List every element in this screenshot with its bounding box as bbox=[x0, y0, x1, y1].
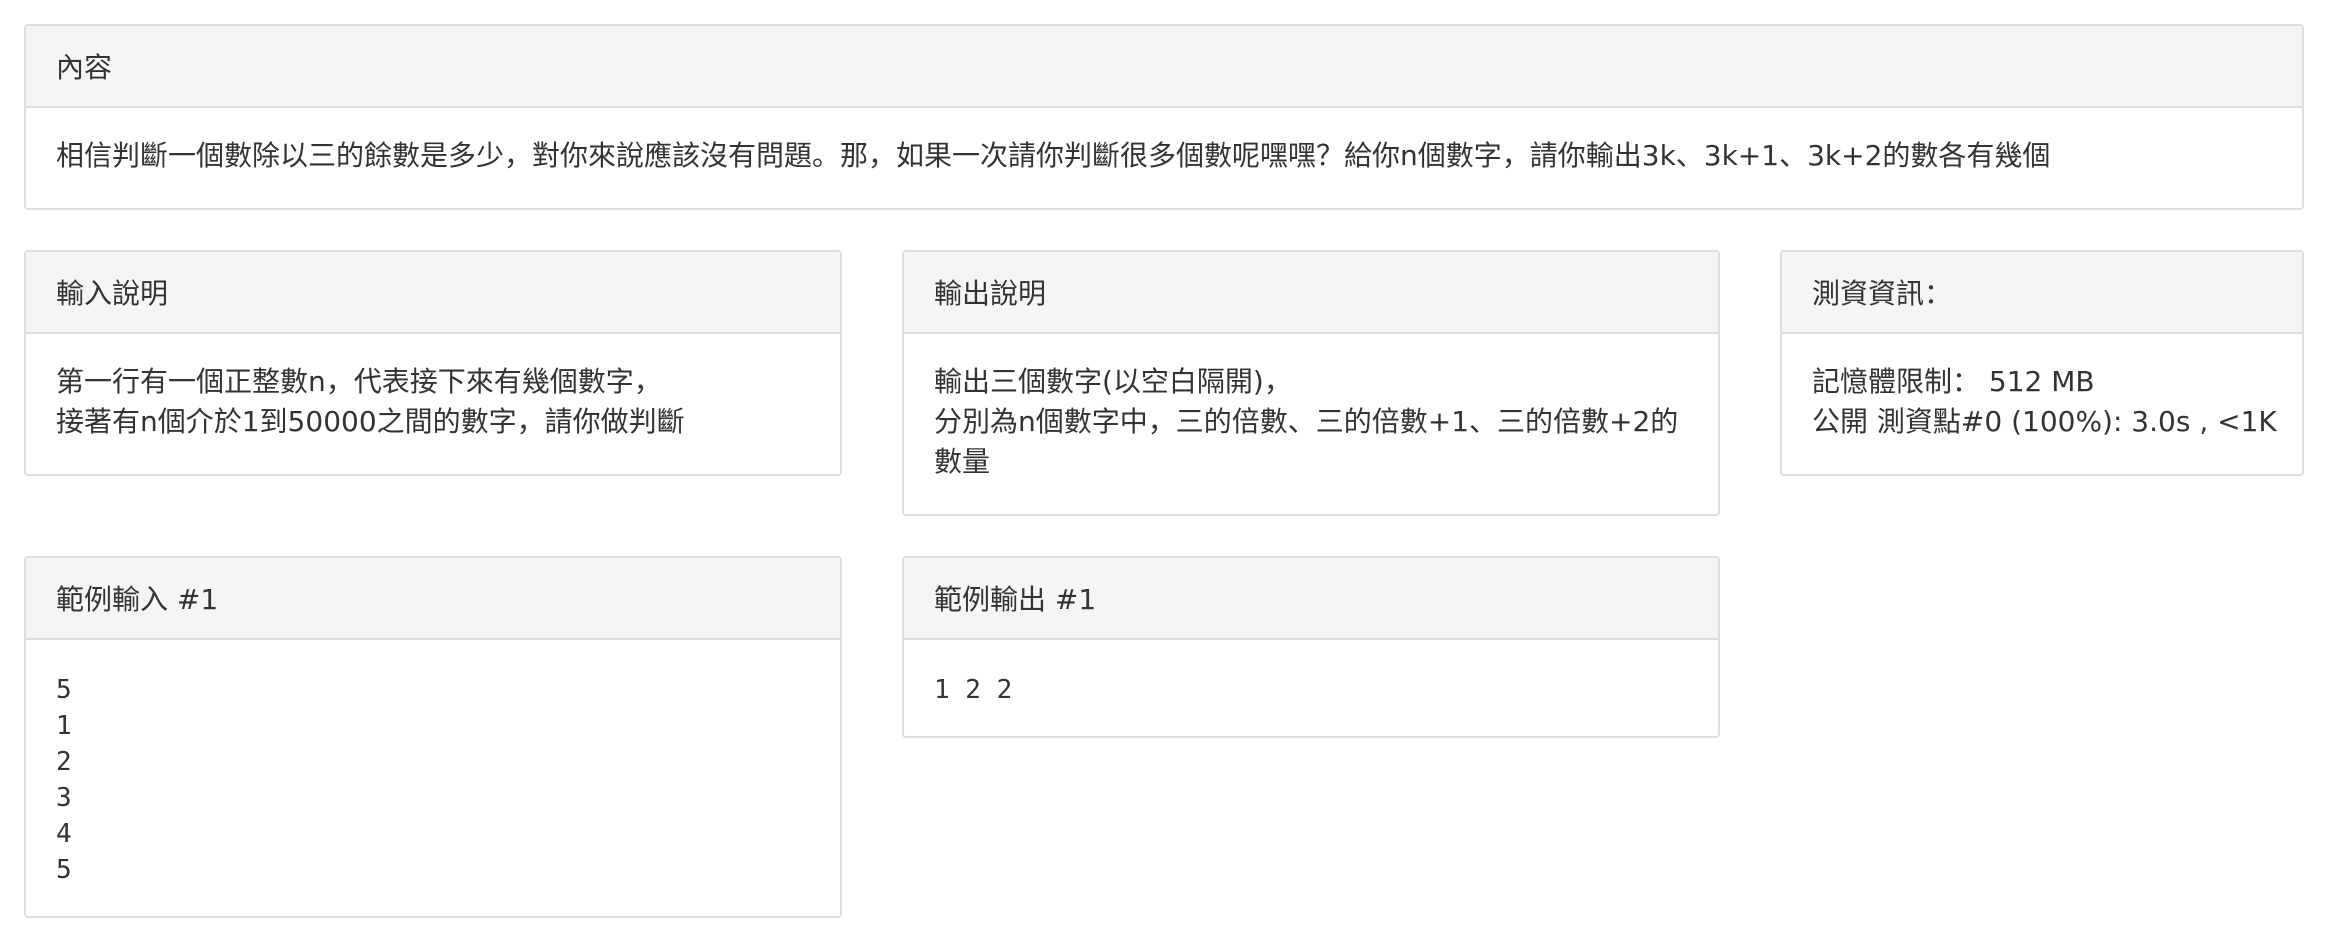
sample-output-body[interactable]: 1 2 2 bbox=[904, 640, 1718, 736]
content-text: 相信判斷一個數除以三的餘數是多少，對你來說應該沒有問題。那，如果一次請你判斷很多… bbox=[56, 139, 2051, 172]
sample-input-line: 5 bbox=[56, 855, 72, 885]
sample-input-line: 5 bbox=[56, 675, 72, 705]
sample-input-line: 2 bbox=[56, 747, 72, 777]
sample-input-panel: 範例輸入 #1 5 1 2 3 4 5 bbox=[24, 556, 842, 918]
output-description-panel: 輸出說明 輸出三個數字(以空白隔開)， 分別為n個數字中，三的倍數、三的倍數+1… bbox=[902, 250, 1720, 516]
sample-output-panel: 範例輸出 #1 1 2 2 bbox=[902, 556, 1720, 738]
sample-input-body[interactable]: 5 1 2 3 4 5 bbox=[26, 640, 840, 916]
testcase-info: 公開 測資點#0 (100%): 3.0s , <1K bbox=[1812, 405, 2277, 438]
input-description-panel: 輸入說明 第一行有一個正整數n，代表接下來有幾個數字， 接著有n個介於1到500… bbox=[24, 250, 842, 476]
input-description-body: 第一行有一個正整數n，代表接下來有幾個數字， 接著有n個介於1到50000之間的… bbox=[26, 334, 840, 470]
test-info-body: 記憶體限制： 512 MB 公開 測資點#0 (100%): 3.0s , <1… bbox=[1782, 334, 2302, 470]
sample-output-line: 1 2 2 bbox=[934, 675, 1013, 705]
output-description-line: 輸出三個數字(以空白隔開)， bbox=[934, 365, 1292, 398]
memory-limit: 記憶體限制： 512 MB bbox=[1812, 365, 2095, 398]
output-description-body: 輸出三個數字(以空白隔開)， 分別為n個數字中，三的倍數、三的倍數+1、三的倍數… bbox=[904, 334, 1718, 510]
sample-input-line: 3 bbox=[56, 783, 72, 813]
test-info-panel: 測資資訊： 記憶體限制： 512 MB 公開 測資點#0 (100%): 3.0… bbox=[1780, 250, 2304, 476]
content-heading: 內容 bbox=[26, 26, 2302, 108]
input-description-line: 接著有n個介於1到50000之間的數字，請你做判斷 bbox=[56, 405, 685, 438]
sample-input-heading: 範例輸入 #1 bbox=[26, 558, 840, 640]
test-info-heading: 測資資訊： bbox=[1782, 252, 2302, 334]
input-description-line: 第一行有一個正整數n，代表接下來有幾個數字， bbox=[56, 365, 662, 398]
content-panel: 內容 相信判斷一個數除以三的餘數是多少，對你來說應該沒有問題。那，如果一次請你判… bbox=[24, 24, 2304, 210]
sample-input-line: 1 bbox=[56, 711, 72, 741]
output-description-line: 分別為n個數字中，三的倍數、三的倍數+1、三的倍數+2的數量 bbox=[934, 405, 1679, 478]
content-body: 相信判斷一個數除以三的餘數是多少，對你來說應該沒有問題。那，如果一次請你判斷很多… bbox=[26, 108, 2302, 204]
sample-output-heading: 範例輸出 #1 bbox=[904, 558, 1718, 640]
output-description-heading: 輸出說明 bbox=[904, 252, 1718, 334]
input-description-heading: 輸入說明 bbox=[26, 252, 840, 334]
sample-input-line: 4 bbox=[56, 819, 72, 849]
